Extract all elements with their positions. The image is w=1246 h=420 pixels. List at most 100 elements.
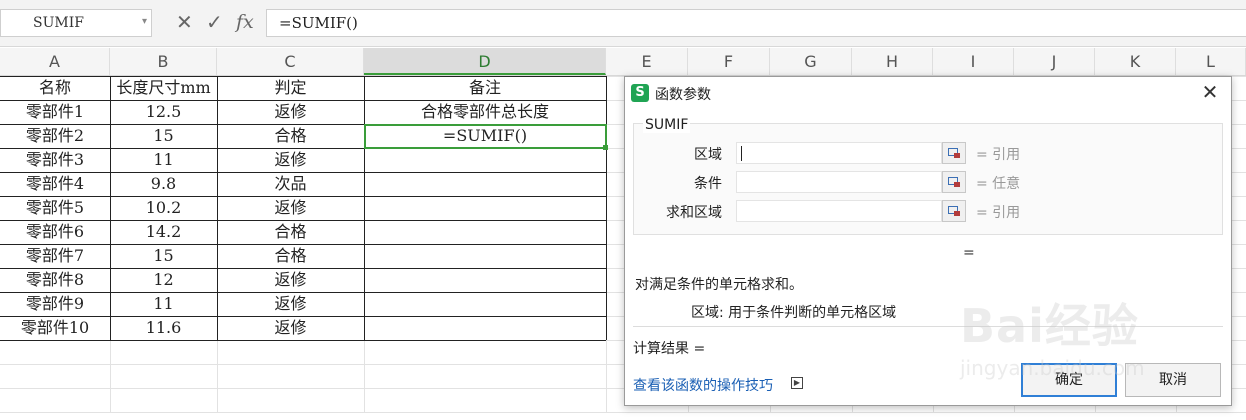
fx-icon[interactable]: fx [236, 10, 254, 34]
criteria-picker-button[interactable] [942, 171, 966, 193]
fill-handle[interactable] [603, 145, 608, 150]
calculation-result: 计算结果 = [633, 341, 706, 357]
table-cell[interactable]: 合格零部件总长度 [364, 100, 606, 124]
range-result: = 引用 [976, 147, 1021, 163]
function-arguments-dialog: S 函数参数 ✕ 区域 = 引用 条件 = 任意 求和区域 = 引用 SUMIF… [624, 76, 1232, 406]
arg-row-range: 区域 = 引用 [634, 142, 1222, 166]
criteria-result: = 任意 [976, 176, 1021, 192]
column-header-h[interactable]: H [852, 48, 933, 75]
parameter-description: 区域: 用于条件判断的单元格区域 [691, 305, 897, 321]
table-cell[interactable]: 11 [110, 148, 217, 172]
table-cell[interactable]: 零部件5 [0, 196, 110, 220]
table-cell[interactable]: 11.6 [110, 316, 217, 340]
table-cell[interactable]: 零部件1 [0, 100, 110, 124]
sum-range-result: = 引用 [976, 205, 1021, 221]
arg-row-criteria: 条件 = 任意 [634, 171, 1222, 195]
selected-cell[interactable] [364, 124, 607, 149]
formula-bar: SUMIF ▾ ✕ ✓ fx =SUMIF() [0, 0, 1246, 47]
range-picker-button[interactable] [942, 142, 966, 164]
table-cell[interactable]: 返修 [217, 196, 364, 220]
table-header-cell[interactable]: 判定 [217, 76, 364, 100]
range-input[interactable] [736, 142, 942, 164]
table-cell[interactable]: 零部件3 [0, 148, 110, 172]
table-cell[interactable] [364, 220, 606, 244]
column-header-l[interactable]: L [1176, 48, 1246, 75]
column-header-j[interactable]: J [1014, 48, 1095, 75]
table-cell[interactable] [364, 292, 606, 316]
text-caret [741, 146, 742, 161]
formula-input[interactable]: =SUMIF() [266, 9, 1246, 37]
table-border [606, 76, 607, 340]
column-header-k[interactable]: K [1095, 48, 1176, 75]
table-cell[interactable]: 10.2 [110, 196, 217, 220]
table-cell[interactable]: 零部件4 [0, 172, 110, 196]
arg-label-sum-range: 求和区域 [666, 205, 722, 221]
video-icon[interactable]: ▶ [791, 377, 803, 389]
sum-range-picker-button[interactable] [942, 200, 966, 222]
column-header-i[interactable]: I [933, 48, 1014, 75]
table-cell[interactable]: 次品 [217, 172, 364, 196]
table-cell[interactable]: 11 [110, 292, 217, 316]
column-header-e[interactable]: E [606, 48, 688, 75]
name-box[interactable]: SUMIF ▾ [0, 9, 152, 37]
check-icon[interactable]: ✓ [206, 10, 223, 34]
table-cell[interactable]: 9.8 [110, 172, 217, 196]
cancel-button[interactable]: 取消 [1125, 363, 1221, 397]
name-box-value: SUMIF [33, 15, 84, 31]
table-cell[interactable] [364, 172, 606, 196]
table-cell[interactable] [364, 244, 606, 268]
ok-button[interactable]: 确定 [1021, 363, 1117, 397]
table-header-cell[interactable]: 备注 [364, 76, 606, 100]
overall-result: = [963, 245, 975, 261]
table-cell[interactable]: 14.2 [110, 220, 217, 244]
table-border [0, 340, 606, 341]
table-header-cell[interactable]: 长度尺寸mm [110, 76, 217, 100]
wps-app-icon: S [631, 84, 649, 102]
table-cell[interactable]: 零部件2 [0, 124, 110, 148]
table-header-cell[interactable]: 名称 [0, 76, 110, 100]
help-link[interactable]: 查看该函数的操作技巧 [633, 375, 773, 395]
divider [633, 326, 1223, 327]
table-cell[interactable]: 合格 [217, 220, 364, 244]
table-cell[interactable]: 12.5 [110, 100, 217, 124]
dialog-close-button[interactable]: ✕ [1199, 81, 1221, 103]
table-cell[interactable]: 返修 [217, 268, 364, 292]
table-cell[interactable]: 零部件10 [0, 316, 110, 340]
function-description: 对满足条件的单元格求和。 [635, 277, 803, 293]
table-cell[interactable] [364, 316, 606, 340]
formula-text: =SUMIF() [279, 14, 358, 32]
table-cell[interactable]: 返修 [217, 316, 364, 340]
table-cell[interactable]: 零部件7 [0, 244, 110, 268]
column-headers: ABCDEFGHIJKL [0, 48, 1246, 76]
column-header-f[interactable]: F [688, 48, 770, 75]
table-cell[interactable] [364, 268, 606, 292]
gridline [0, 412, 1246, 413]
arg-label-range: 区域 [694, 147, 722, 163]
dialog-title-bar[interactable]: S 函数参数 ✕ [625, 77, 1231, 109]
table-cell[interactable] [364, 196, 606, 220]
column-header-d[interactable]: D [364, 48, 606, 75]
table-cell[interactable]: 零部件9 [0, 292, 110, 316]
table-cell[interactable]: 返修 [217, 292, 364, 316]
table-cell[interactable]: 合格 [217, 124, 364, 148]
table-cell[interactable]: 12 [110, 268, 217, 292]
column-header-g[interactable]: G [770, 48, 852, 75]
arg-row-sum-range: 求和区域 = 引用 [634, 200, 1222, 224]
chevron-down-icon[interactable]: ▾ [142, 16, 147, 27]
column-header-b[interactable]: B [110, 48, 217, 75]
column-header-a[interactable]: A [0, 48, 110, 75]
dialog-title: 函数参数 [655, 87, 711, 103]
table-cell[interactable]: 合格 [217, 244, 364, 268]
table-cell[interactable]: 返修 [217, 148, 364, 172]
table-cell[interactable]: 零部件8 [0, 268, 110, 292]
table-cell[interactable]: 零部件6 [0, 220, 110, 244]
sum-range-input[interactable] [736, 200, 942, 222]
close-icon[interactable]: ✕ [176, 10, 193, 34]
arg-label-criteria: 条件 [694, 176, 722, 192]
table-cell[interactable] [364, 148, 606, 172]
table-cell[interactable]: 15 [110, 124, 217, 148]
column-header-c[interactable]: C [217, 48, 364, 75]
criteria-input[interactable] [736, 171, 942, 193]
table-cell[interactable]: 15 [110, 244, 217, 268]
table-cell[interactable]: 返修 [217, 100, 364, 124]
